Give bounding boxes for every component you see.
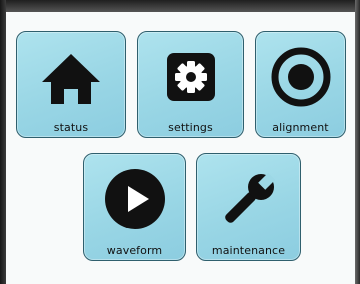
alignment-button[interactable]: alignment <box>255 31 346 138</box>
play-icon <box>84 166 185 232</box>
maintenance-label: maintenance <box>211 244 286 257</box>
wrench-icon <box>197 166 300 232</box>
device-bezel-top <box>0 0 360 12</box>
maintenance-button[interactable]: maintenance <box>196 153 301 261</box>
status-button[interactable]: status <box>16 31 126 138</box>
home-icon <box>17 44 125 110</box>
settings-button[interactable]: settings <box>137 31 244 138</box>
settings-label: settings <box>168 121 213 134</box>
waveform-label: waveform <box>106 244 163 257</box>
alignment-label: alignment <box>272 121 329 134</box>
target-icon <box>256 44 345 110</box>
status-label: status <box>53 121 89 134</box>
device-bezel-right <box>355 0 360 284</box>
waveform-button[interactable]: waveform <box>83 153 186 261</box>
gear-icon <box>138 44 243 110</box>
